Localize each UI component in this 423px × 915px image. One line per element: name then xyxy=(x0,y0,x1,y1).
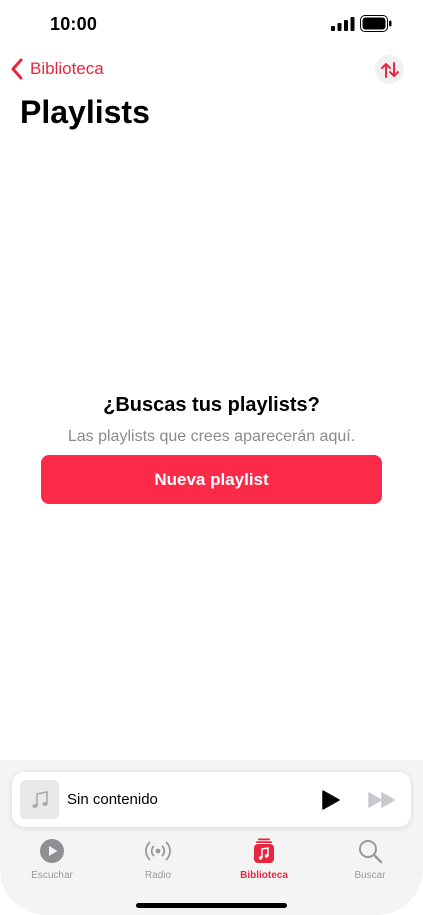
battery-icon xyxy=(360,15,392,32)
empty-state-subtitle: Las playlists que crees aparecerán aquí. xyxy=(67,428,356,445)
back-button[interactable]: Biblioteca xyxy=(10,56,104,82)
play-icon[interactable] xyxy=(318,788,342,812)
tab-label: Buscar xyxy=(354,870,386,881)
mini-player-artwork xyxy=(20,780,59,819)
page-title: Playlists xyxy=(20,94,150,130)
mini-player[interactable]: Sin contenido xyxy=(12,772,411,827)
tab-biblioteca[interactable]: Biblioteca xyxy=(219,836,309,886)
tab-buscar[interactable]: Buscar xyxy=(325,836,415,886)
sort-button[interactable] xyxy=(375,55,404,84)
forward-icon[interactable] xyxy=(367,790,397,810)
tab-label: Escuchar xyxy=(31,870,73,881)
new-playlist-button[interactable]: Nueva playlist xyxy=(41,455,382,504)
home-indicator xyxy=(136,903,287,908)
tab-radio[interactable]: Radio xyxy=(113,836,203,886)
search-icon xyxy=(359,840,383,864)
empty-state-title: ¿Buscas tus playlists? xyxy=(103,394,320,416)
library-music-icon xyxy=(254,838,274,863)
cellular-signal-icon xyxy=(331,17,355,31)
status-bar: 10:00 xyxy=(0,0,423,50)
back-button-label: Biblioteca xyxy=(30,59,104,78)
status-time: 10:00 xyxy=(50,14,98,34)
tab-bar: Escuchar Radio Biblioteca Buscar xyxy=(0,836,423,886)
chevron-left-icon xyxy=(11,58,23,80)
tab-label: Biblioteca xyxy=(240,870,288,881)
mini-player-title: Sin contenido xyxy=(67,791,158,808)
sort-arrows-icon xyxy=(380,61,399,78)
tab-escuchar[interactable]: Escuchar xyxy=(7,836,97,886)
radio-waves-icon xyxy=(145,841,171,861)
music-note-icon xyxy=(31,790,48,808)
tab-label: Radio xyxy=(144,870,172,881)
play-circle-icon xyxy=(40,839,64,863)
